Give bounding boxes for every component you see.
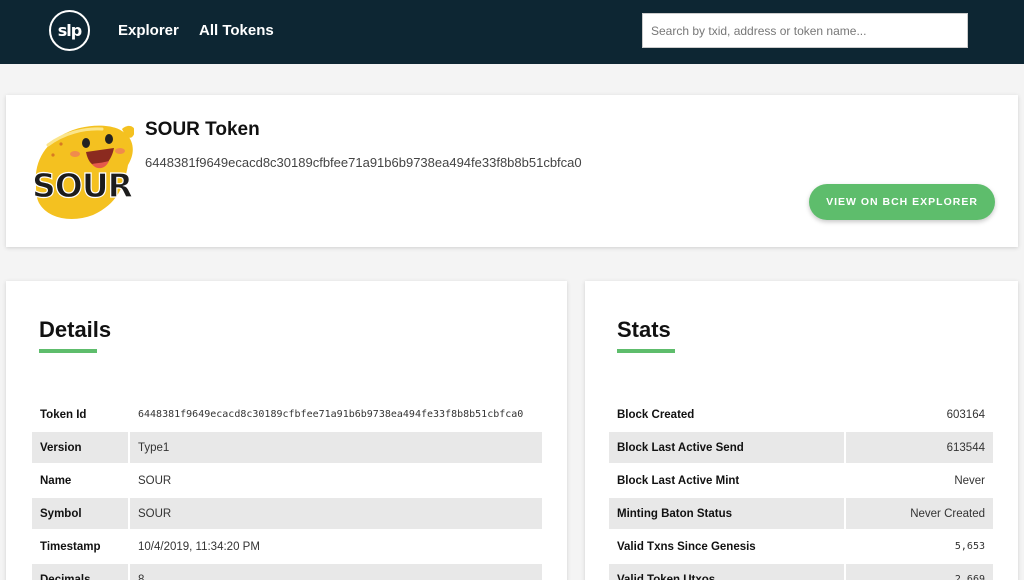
token-header-card: SOUR SOUR Token 6448381f9649ecacd8c30189…: [6, 95, 1018, 247]
slp-logo[interactable]: slp: [49, 10, 90, 51]
token-name: SOUR Token: [145, 119, 260, 140]
stats-row-valid-txns: Valid Txns Since Genesis 5,653: [609, 531, 993, 564]
details-label: Decimals: [32, 564, 128, 580]
details-row-decimals: Decimals 8: [32, 564, 542, 580]
top-nav: slp Explorer All Tokens: [0, 0, 1024, 64]
details-value: 10/4/2019, 11:34:20 PM: [138, 540, 260, 553]
stats-title-underline: [617, 349, 675, 353]
stats-row-valid-utxos: Valid Token Utxos 2,669: [609, 564, 993, 580]
stats-row-last-active-send: Block Last Active Send 613544: [609, 432, 993, 465]
sour-logo-lettering: SOUR: [32, 166, 133, 205]
stats-label: Block Last Active Send: [609, 432, 844, 463]
stats-title: Stats: [617, 317, 671, 342]
details-label: Token Id: [40, 408, 87, 421]
details-table: Token Id 6448381f9649ecacd8c30189cfbfee7…: [32, 399, 542, 580]
search-input[interactable]: [642, 13, 968, 48]
details-value: 8: [130, 564, 542, 580]
details-label: Symbol: [32, 498, 128, 529]
nav-explorer-link[interactable]: Explorer: [118, 22, 179, 39]
details-row-version: Version Type1: [32, 432, 542, 465]
stats-table: Block Created 603164 Block Last Active S…: [609, 399, 993, 580]
details-value: SOUR: [130, 498, 542, 529]
token-id-link[interactable]: 6448381f9649ecacd8c30189cfbfee71a91b6b97…: [130, 399, 542, 430]
details-row-name: Name SOUR: [32, 465, 542, 498]
stats-label: Valid Token Utxos: [609, 564, 844, 580]
stats-label: Block Created: [617, 408, 695, 421]
details-row-token-id: Token Id 6448381f9649ecacd8c30189cfbfee7…: [32, 399, 542, 432]
details-title: Details: [39, 317, 112, 342]
last-active-send-link[interactable]: 613544: [846, 432, 993, 463]
details-row-symbol: Symbol SOUR: [32, 498, 542, 531]
details-value: Type1: [130, 432, 542, 463]
stats-value: Never: [954, 474, 985, 487]
block-created-link[interactable]: 603164: [846, 399, 993, 430]
stats-label: Minting Baton Status: [609, 498, 844, 529]
details-label: Version: [32, 432, 128, 463]
stats-label: Block Last Active Mint: [617, 474, 740, 487]
details-label: Timestamp: [40, 540, 101, 553]
stats-row-minting-baton: Minting Baton Status Never Created: [609, 498, 993, 531]
stats-row-last-active-mint: Block Last Active Mint Never: [609, 465, 993, 498]
sour-token-icon: SOUR: [31, 125, 134, 219]
nav-all-tokens-link[interactable]: All Tokens: [199, 22, 274, 39]
token-id-header: 6448381f9649ecacd8c30189cfbfee71a91b6b97…: [145, 155, 582, 170]
stats-value: Never Created: [846, 498, 993, 529]
stats-value: 2,669: [846, 564, 993, 580]
details-title-underline: [39, 349, 97, 353]
details-label: Name: [40, 474, 72, 487]
view-on-bch-explorer-button[interactable]: VIEW ON BCH EXPLORER: [809, 184, 995, 220]
stats-label: Valid Txns Since Genesis: [617, 540, 756, 553]
details-card: Details Token Id 6448381f9649ecacd8c3018…: [6, 281, 567, 580]
stats-value: 5,653: [954, 541, 985, 552]
stats-card: Stats Block Created 603164 Block Last Ac…: [585, 281, 1018, 580]
details-row-timestamp: Timestamp 10/4/2019, 11:34:20 PM: [32, 531, 542, 564]
details-value: SOUR: [138, 474, 172, 487]
stats-row-block-created: Block Created 603164: [609, 399, 993, 432]
